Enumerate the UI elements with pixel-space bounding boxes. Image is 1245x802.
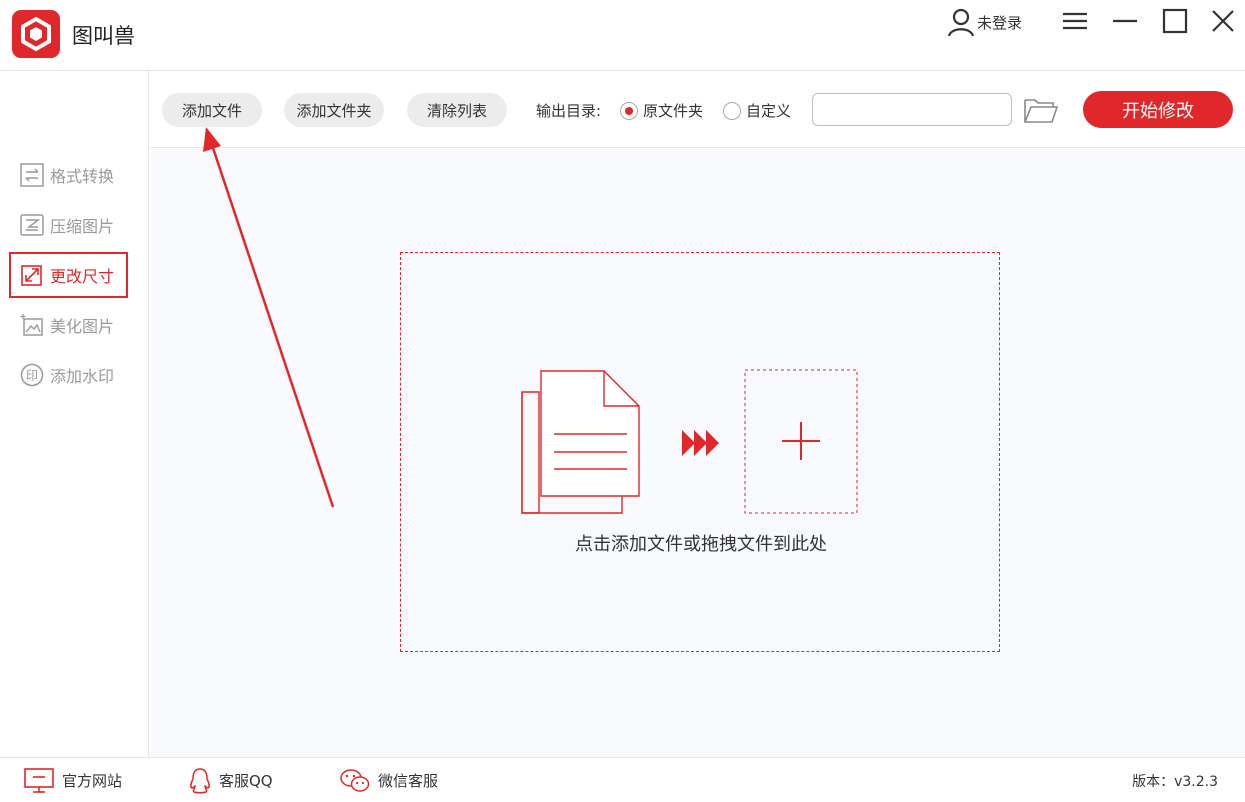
user-icon xyxy=(947,8,975,37)
footer-wechat-link[interactable]: 微信客服 xyxy=(340,758,438,802)
minimize-icon[interactable] xyxy=(1110,6,1140,36)
app-logo-icon xyxy=(12,10,60,58)
active-item-highlight xyxy=(9,252,128,298)
main-area: 点击添加文件或拖拽文件到此处 xyxy=(150,149,1245,757)
compress-icon xyxy=(20,214,44,236)
footer-label: 客服QQ xyxy=(219,772,273,790)
format-convert-icon xyxy=(20,163,44,187)
sidebar-item-label: 压缩图片 xyxy=(50,217,115,236)
output-dir-label: 输出目录: xyxy=(536,102,602,120)
add-folder-button[interactable]: 添加文件夹 xyxy=(284,93,384,127)
login-button[interactable]: 未登录 xyxy=(945,6,1022,38)
add-file-plus-icon[interactable] xyxy=(744,369,858,514)
wechat-icon xyxy=(340,768,370,792)
close-icon[interactable] xyxy=(1208,6,1238,36)
version-label: 版本：v3.2.3 xyxy=(1132,773,1218,790)
add-file-button[interactable]: 添加文件 xyxy=(162,93,262,127)
toolbar: 添加文件 添加文件夹 清除列表 输出目录: 原文件夹 自定义 开始修改 xyxy=(150,71,1245,148)
radio-circle xyxy=(620,101,638,120)
forward-arrows-icon xyxy=(682,430,719,456)
drop-hint-text: 点击添加文件或拖拽文件到此处 xyxy=(575,534,827,555)
monitor-icon xyxy=(24,767,54,793)
menu-icon[interactable] xyxy=(1060,6,1090,36)
footer-website-link[interactable]: 官方网站 xyxy=(24,758,122,802)
app-title: 图叫兽 xyxy=(72,24,135,48)
file-drop-zone[interactable]: 点击添加文件或拖拽文件到此处 xyxy=(400,252,1000,652)
document-icon xyxy=(521,370,640,514)
sidebar-item-label: 美化图片 xyxy=(50,317,115,336)
title-bar: 图叫兽 未登录 xyxy=(0,0,1245,71)
footer: 官方网站 客服QQ 微信客服 版本：v3.2.3 xyxy=(0,757,1245,802)
radio-original-folder[interactable]: 原文件夹 xyxy=(620,100,703,121)
radio-label: 原文件夹 xyxy=(643,102,704,120)
maximize-icon[interactable] xyxy=(1160,6,1190,36)
sidebar-item-watermark[interactable]: 印 添加水印 xyxy=(20,360,114,390)
radio-custom-folder[interactable]: 自定义 xyxy=(723,100,791,121)
sidebar-item-format-convert[interactable]: 格式转换 xyxy=(20,160,114,190)
sidebar-item-compress[interactable]: 压缩图片 xyxy=(20,210,114,240)
output-path-input[interactable] xyxy=(812,93,1012,126)
sidebar-item-label: 格式转换 xyxy=(50,167,115,186)
start-modify-button[interactable]: 开始修改 xyxy=(1083,91,1233,128)
qq-icon xyxy=(190,767,210,793)
svg-text:印: 印 xyxy=(26,369,38,383)
radio-circle xyxy=(723,101,741,120)
sidebar-item-label: 添加水印 xyxy=(50,367,115,386)
sidebar-item-beautify[interactable]: 美化图片 xyxy=(20,310,114,340)
folder-open-icon[interactable] xyxy=(1023,97,1059,125)
radio-label: 自定义 xyxy=(746,102,792,120)
login-status: 未登录 xyxy=(977,13,1023,32)
footer-label: 官方网站 xyxy=(62,772,123,790)
beautify-icon xyxy=(20,314,43,336)
footer-qq-link[interactable]: 客服QQ xyxy=(189,758,273,802)
footer-label: 微信客服 xyxy=(378,772,439,790)
clear-list-button[interactable]: 清除列表 xyxy=(407,93,507,127)
sidebar: 格式转换 压缩图片 更改尺寸 美化图片 印 添加水印 xyxy=(0,71,149,757)
watermark-icon: 印 xyxy=(20,363,44,387)
